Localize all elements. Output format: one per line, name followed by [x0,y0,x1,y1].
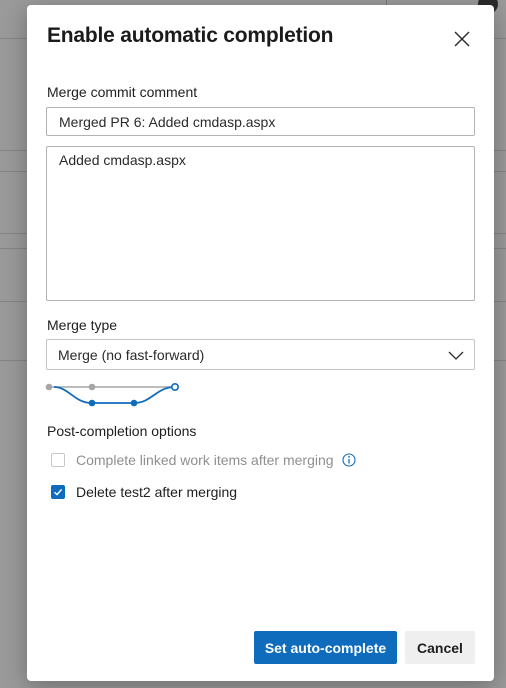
merge-commit-description-input[interactable]: Added cmdasp.aspx [46,146,475,301]
merge-type-selected: Merge (no fast-forward) [58,347,205,363]
merge-type-dropdown[interactable]: Merge (no fast-forward) [46,339,475,370]
cancel-button[interactable]: Cancel [405,631,475,664]
chevron-down-icon [448,351,464,360]
merge-commit-label: Merge commit comment [47,84,198,100]
merge-type-label: Merge type [47,317,118,333]
delete-branch-option[interactable]: Delete test2 after merging [51,482,237,502]
post-completion-label: Post-completion options [47,423,197,439]
complete-work-items-label: Complete linked work items after merging [76,452,334,468]
delete-branch-checkbox[interactable] [51,485,65,499]
close-button[interactable] [450,27,474,51]
complete-work-items-option[interactable]: Complete linked work items after merging [51,450,356,470]
delete-branch-label: Delete test2 after merging [76,484,238,500]
merge-graph-illustration [45,382,180,407]
dialog-title: Enable automatic completion [47,24,334,47]
auto-complete-dialog: Enable automatic completion Merge commit… [27,5,494,681]
set-auto-complete-button[interactable]: Set auto-complete [254,631,397,664]
merge-commit-title-input[interactable] [46,107,475,136]
info-icon[interactable] [341,453,356,467]
close-icon [454,31,470,47]
checkmark-icon [54,488,63,496]
complete-work-items-checkbox[interactable] [51,453,65,467]
